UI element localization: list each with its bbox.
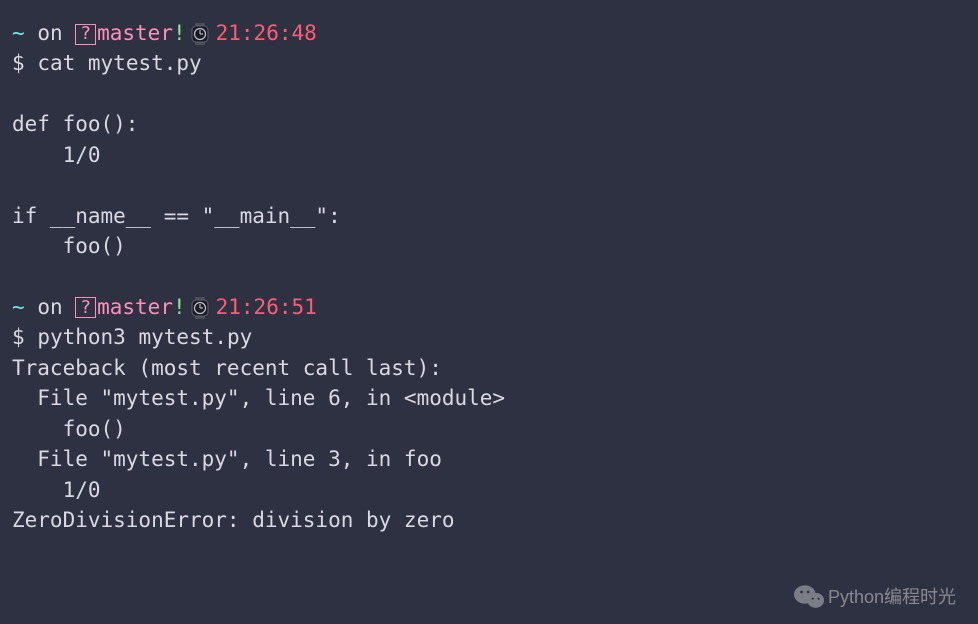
- blank-line: [12, 262, 966, 292]
- prompt-dollar: $: [12, 51, 25, 75]
- branch-dirty: !: [173, 21, 186, 45]
- prompt-tilde: ~: [12, 21, 25, 45]
- terminal-output: ~ on ?master!21:26:48 $ cat mytest.py de…: [12, 18, 966, 535]
- traceback-line: ZeroDivisionError: division by zero: [12, 505, 966, 535]
- file-content-line: foo(): [12, 231, 966, 261]
- watch-icon: [190, 23, 210, 45]
- wechat-icon: [794, 584, 824, 610]
- file-content-line: def foo():: [12, 109, 966, 139]
- file-content-line: if __name__ == "__main__":: [12, 201, 966, 231]
- file-content-line: 1/0: [12, 140, 966, 170]
- watermark: Python编程时光: [794, 584, 956, 610]
- traceback-line: File "mytest.py", line 3, in foo: [12, 444, 966, 474]
- branch-indicator-icon: ?: [75, 297, 96, 318]
- branch-indicator-icon: ?: [75, 24, 96, 45]
- command-text: python3 mytest.py: [37, 325, 252, 349]
- command-text: cat mytest.py: [37, 51, 201, 75]
- traceback-line: Traceback (most recent call last):: [12, 353, 966, 383]
- prompt-dollar: $: [12, 325, 25, 349]
- command-line-2: $ python3 mytest.py: [12, 322, 966, 352]
- traceback-line: foo(): [12, 414, 966, 444]
- branch-name: master: [97, 21, 173, 45]
- prompt-line-2: ~ on ?master! 21:26:51: [12, 292, 966, 322]
- watch-icon: [190, 297, 210, 319]
- blank-line: [12, 79, 966, 109]
- prompt-on: on: [37, 295, 62, 319]
- prompt-line-1: ~ on ?master! 21:26:48: [12, 18, 966, 48]
- watermark-text: Python编程时光: [828, 584, 956, 610]
- branch-name: master: [97, 295, 173, 319]
- branch-dirty: !: [173, 295, 186, 319]
- traceback-line: 1/0: [12, 475, 966, 505]
- prompt-on: on: [37, 21, 62, 45]
- prompt-tilde: ~: [12, 295, 25, 319]
- command-line-1: $ cat mytest.py: [12, 48, 966, 78]
- prompt-time: 21:26:48: [216, 21, 317, 45]
- traceback-line: File "mytest.py", line 6, in <module>: [12, 383, 966, 413]
- blank-line: [12, 170, 966, 200]
- prompt-time: 21:26:51: [216, 295, 317, 319]
